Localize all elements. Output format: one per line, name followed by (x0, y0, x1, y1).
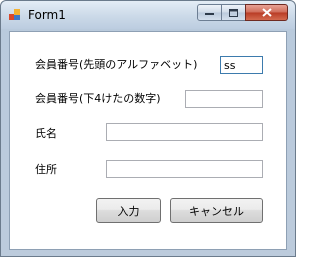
address-label: 住所 (35, 163, 57, 176)
name-label: 氏名 (35, 127, 57, 140)
cancel-button-label: キャンセル (189, 204, 244, 218)
close-button[interactable] (245, 4, 288, 21)
close-icon (261, 8, 272, 17)
maximize-button[interactable] (221, 4, 246, 21)
maximize-icon (229, 8, 238, 17)
form1-window: Form1 会員番号(先頭のアルファベット) 会員番号(下4けたの数字) 氏名 … (0, 0, 296, 257)
submit-button[interactable]: 入力 (96, 198, 161, 223)
minimize-button[interactable] (197, 4, 222, 21)
member-initial-label: 会員番号(先頭のアルファベット) (35, 58, 198, 71)
member-digits-label: 会員番号(下4けたの数字) (35, 92, 161, 105)
window-title: Form1 (28, 8, 66, 22)
minimize-icon (205, 12, 214, 15)
address-field[interactable] (106, 160, 263, 178)
cancel-button[interactable]: キャンセル (170, 198, 263, 223)
name-field[interactable] (106, 123, 263, 141)
form-client-area: 会員番号(先頭のアルファベット) 会員番号(下4けたの数字) 氏名 住所 入力 … (9, 31, 287, 250)
app-icon (9, 9, 20, 20)
submit-button-label: 入力 (117, 204, 140, 218)
member-digits-field[interactable] (185, 90, 263, 108)
title-bar[interactable]: Form1 (1, 1, 295, 29)
member-initial-field[interactable] (220, 56, 263, 74)
